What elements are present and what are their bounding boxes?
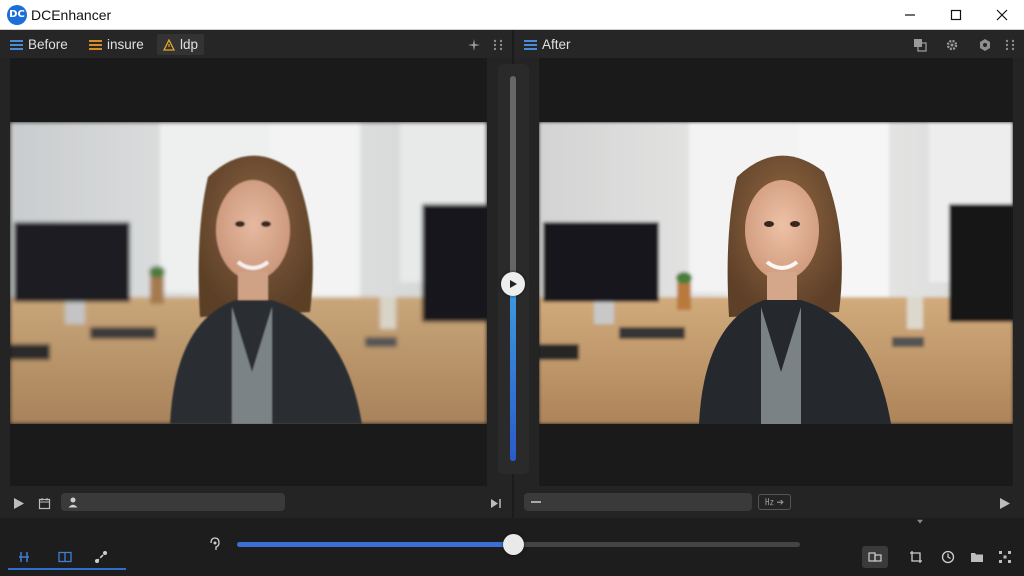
sparkle-icon: [468, 39, 480, 51]
menu-icon: [89, 39, 102, 50]
crop-icon: [910, 551, 922, 563]
after-toolbar: After: [514, 30, 1024, 58]
user-icon: [68, 497, 78, 508]
before-image: [10, 122, 487, 424]
crop-button[interactable]: [908, 549, 924, 565]
tab-before[interactable]: Before: [4, 34, 74, 55]
before-toolbar: Before insure ldp: [0, 30, 512, 58]
compare-slider-track[interactable]: [510, 76, 516, 461]
sparkle-button[interactable]: [466, 37, 482, 53]
magic-wand-icon: [95, 551, 107, 563]
menu-icon: [524, 39, 537, 50]
app-window: DC DCEnhancer Before insure ldp After ㎐ …: [0, 0, 1024, 576]
timeline-slider[interactable]: [237, 534, 800, 555]
maximize-icon: [950, 9, 962, 21]
play-button[interactable]: [10, 495, 26, 511]
gear-button[interactable]: [944, 37, 960, 53]
tab-after[interactable]: After: [518, 34, 577, 55]
after-info-field[interactable]: [524, 493, 752, 511]
split-view-icon: [19, 552, 29, 562]
tab-label: insure: [107, 37, 144, 52]
settings-icon: [980, 39, 990, 51]
split-view-button[interactable]: [16, 549, 32, 565]
minimize-button[interactable]: [887, 0, 933, 30]
grid-button[interactable]: [997, 549, 1013, 565]
tab-label: After: [542, 37, 571, 52]
magic-wand-button[interactable]: [93, 549, 109, 565]
drag-handle-icon: [1005, 39, 1015, 51]
play-icon: [510, 279, 517, 288]
app-title: DCEnhancer: [31, 7, 112, 23]
drag-handle-button[interactable]: [1002, 37, 1018, 53]
tab-ldp[interactable]: ldp: [157, 34, 205, 55]
after-viewer[interactable]: [539, 58, 1013, 486]
calendar-icon: [38, 497, 50, 509]
warning-icon: [163, 38, 175, 51]
compare-slider[interactable]: [498, 64, 529, 474]
before-panel: Before insure ldp: [0, 30, 512, 518]
side-by-side-icon: [58, 551, 72, 563]
tab-label: Before: [28, 37, 68, 52]
play-icon: [13, 497, 24, 509]
before-viewer[interactable]: [10, 58, 487, 486]
skip-forward-button[interactable]: [488, 495, 504, 511]
audio-button[interactable]: [207, 536, 223, 552]
title-bar: DC DCEnhancer: [0, 0, 1024, 30]
after-image: [539, 122, 1013, 424]
compare-slider-fill: [510, 283, 516, 461]
timeline-progress: [237, 542, 513, 547]
play-button[interactable]: [996, 495, 1012, 511]
units-badge[interactable]: ㎐ ➔: [758, 494, 792, 510]
clock-button[interactable]: [940, 549, 956, 565]
chevron-down-icon: [917, 519, 923, 524]
grid-icon: [999, 551, 1011, 563]
collapse-arrow[interactable]: [915, 518, 925, 526]
compare-play-knob[interactable]: [501, 271, 525, 296]
side-by-side-button[interactable]: [57, 549, 73, 565]
minus-icon: [531, 501, 541, 503]
before-info-field[interactable]: [61, 493, 285, 511]
compare-icon: [868, 552, 882, 562]
after-bottom-bar: ㎐ ➔: [514, 488, 1024, 518]
compare-button[interactable]: [862, 546, 888, 568]
gear-icon: [946, 39, 958, 51]
after-panel: After ㎐ ➔: [514, 30, 1024, 518]
tab-label: ldp: [180, 37, 199, 52]
folder-icon: [971, 553, 983, 562]
drag-handle-button[interactable]: [490, 37, 506, 53]
layers-button[interactable]: [912, 37, 928, 53]
layers-icon: [914, 39, 927, 52]
play-icon: [999, 497, 1010, 509]
calendar-button[interactable]: [36, 495, 52, 511]
timeline-knob[interactable]: [502, 534, 524, 555]
audio-icon: [210, 537, 220, 550]
app-logo-icon: DC: [7, 5, 27, 25]
close-icon: [996, 9, 1008, 21]
skip-forward-icon: [490, 498, 501, 508]
before-bottom-bar: [0, 488, 512, 518]
settings-button[interactable]: [977, 37, 993, 53]
maximize-button[interactable]: [933, 0, 979, 30]
bottom-bar: [0, 518, 1024, 576]
minimize-icon: [905, 14, 915, 16]
close-button[interactable]: [979, 0, 1024, 30]
clock-icon: [941, 550, 955, 564]
active-mode-indicator: [8, 568, 126, 570]
tab-insure[interactable]: insure: [83, 34, 150, 55]
drag-handle-icon: [493, 39, 503, 51]
folder-button[interactable]: [969, 549, 985, 565]
menu-icon: [10, 39, 23, 50]
